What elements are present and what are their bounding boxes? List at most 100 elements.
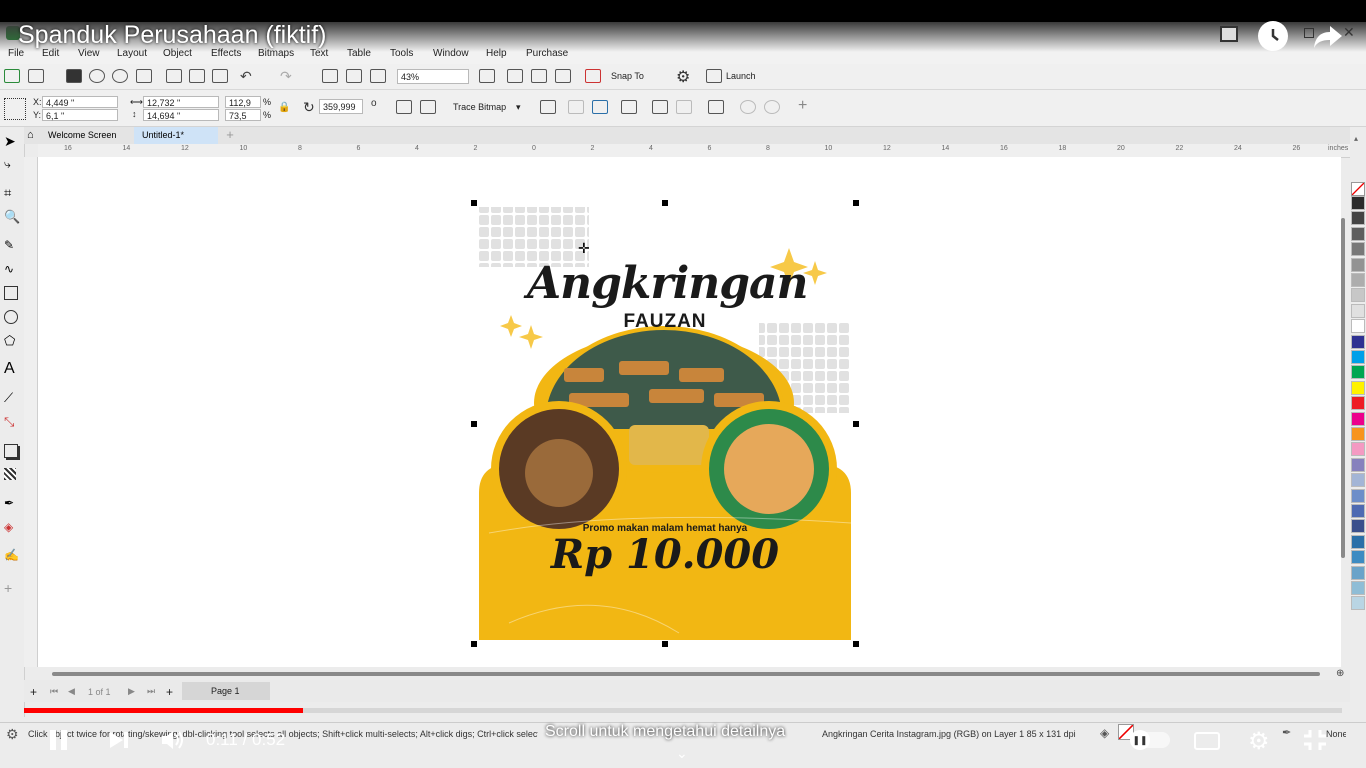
- horizontal-scrollbar[interactable]: [52, 672, 1320, 676]
- launch-dropdown[interactable]: Launch: [726, 71, 756, 81]
- trace-bitmap-dropdown[interactable]: Trace Bitmap: [453, 102, 506, 112]
- tab-untitled-1[interactable]: Untitled-1*: [134, 127, 218, 144]
- next-video-icon[interactable]: [108, 730, 130, 755]
- transparency-icon[interactable]: [4, 468, 16, 480]
- to-back-icon[interactable]: [764, 100, 780, 114]
- palette-swatch[interactable]: [1351, 273, 1365, 287]
- import-icon[interactable]: [322, 69, 338, 83]
- parallel-dimension-icon[interactable]: ⟋: [4, 390, 20, 405]
- palette-swatch[interactable]: [1351, 519, 1365, 534]
- palette-swatch[interactable]: [1351, 396, 1365, 411]
- palette-swatch[interactable]: [1351, 488, 1365, 503]
- palette-swatch[interactable]: [1351, 242, 1365, 257]
- rectangle-tool-icon[interactable]: [4, 286, 18, 300]
- scroll-chevron-icon[interactable]: ⌄: [676, 745, 688, 762]
- wrap-text-icon[interactable]: [708, 100, 724, 114]
- palette-swatch[interactable]: [1351, 288, 1365, 303]
- crop-tool-icon[interactable]: ⌗: [4, 185, 20, 200]
- vertical-scrollbar[interactable]: [1341, 218, 1345, 558]
- bitmap-mask-icon[interactable]: [652, 100, 668, 114]
- share-icon[interactable]: [1312, 22, 1344, 55]
- show-rulers-icon[interactable]: [507, 69, 523, 83]
- export-pdf-icon[interactable]: [370, 69, 386, 83]
- x-position-field[interactable]: 4,449 ": [42, 96, 118, 108]
- palette-swatch[interactable]: [1351, 319, 1365, 334]
- palette-scroll-up-icon[interactable]: ▴: [1354, 134, 1358, 143]
- import-cloud-icon[interactable]: [89, 69, 105, 83]
- volume-icon[interactable]: [160, 728, 186, 757]
- fill-indicator-icon[interactable]: ◈: [1100, 726, 1109, 740]
- prev-page-icon[interactable]: ◀: [68, 686, 75, 697]
- pause-icon[interactable]: [48, 728, 70, 757]
- palette-swatch[interactable]: [1351, 365, 1365, 380]
- undo-icon[interactable]: ↶: [240, 68, 252, 85]
- palette-swatch[interactable]: [1351, 457, 1365, 472]
- height-field[interactable]: 14,694 ": [143, 109, 219, 121]
- mirror-vertical-icon[interactable]: [420, 100, 436, 114]
- freehand-tool-icon[interactable]: ✎: [4, 238, 20, 252]
- drop-shadow-icon[interactable]: [4, 444, 18, 458]
- scroll-hint[interactable]: Scroll untuk mengetahui detailnya: [545, 723, 785, 741]
- snap-off-icon[interactable]: [585, 69, 601, 83]
- new-document-icon[interactable]: [4, 69, 20, 83]
- video-title[interactable]: Spanduk Perusahaan (fiktif): [18, 21, 327, 50]
- palette-swatch[interactable]: [1351, 596, 1365, 611]
- object-origin-icon[interactable]: [4, 98, 26, 120]
- palette-swatch[interactable]: [1351, 534, 1365, 549]
- cut-icon[interactable]: [166, 69, 182, 83]
- poster-image[interactable]: Angkringan FAUZAN Promo makan malam hema…: [479, 203, 851, 640]
- autoplay-toggle[interactable]: ❚❚: [1130, 730, 1170, 750]
- ellipse-tool-icon[interactable]: [4, 310, 18, 324]
- launch-icon[interactable]: [706, 69, 722, 83]
- next-page-icon[interactable]: ▶: [128, 686, 135, 697]
- selection-handle-ml[interactable]: [471, 421, 477, 427]
- palette-swatch[interactable]: [1351, 411, 1365, 426]
- palette-swatch[interactable]: [1351, 581, 1365, 595]
- snap-to-dropdown[interactable]: Snap To: [611, 71, 644, 81]
- pick-tool-icon[interactable]: ➤: [4, 133, 20, 149]
- polygon-tool-icon[interactable]: ⬠: [4, 333, 20, 348]
- palette-swatch[interactable]: [1351, 334, 1365, 349]
- chevron-down-icon[interactable]: ▾: [516, 102, 521, 113]
- close-icon[interactable]: ✕: [1343, 24, 1355, 41]
- show-guidelines-icon[interactable]: [555, 69, 571, 83]
- full-screen-icon[interactable]: [479, 69, 495, 83]
- palette-swatch[interactable]: [1351, 504, 1365, 518]
- width-field[interactable]: 12,732 ": [143, 96, 219, 108]
- add-tool-icon[interactable]: +: [4, 580, 20, 596]
- first-page-icon[interactable]: ⏮: [50, 686, 58, 697]
- palette-swatch[interactable]: [1351, 565, 1365, 580]
- palette-swatch[interactable]: [1351, 303, 1365, 318]
- exit-fullscreen-icon[interactable]: [1302, 728, 1328, 757]
- subtitles-icon[interactable]: [1194, 732, 1220, 750]
- copy-icon[interactable]: [189, 69, 205, 83]
- selection-handle-bl[interactable]: [471, 641, 477, 647]
- interactive-fill-icon[interactable]: ◈: [4, 520, 20, 534]
- palette-swatch[interactable]: [1351, 211, 1365, 226]
- selection-handle-br[interactable]: [853, 641, 859, 647]
- export-cloud-icon[interactable]: [112, 69, 128, 83]
- palette-swatch[interactable]: [1351, 427, 1365, 441]
- outline-pen-icon[interactable]: ✒: [1282, 726, 1291, 739]
- effects-icon[interactable]: [676, 100, 692, 114]
- palette-swatch[interactable]: [1351, 550, 1365, 565]
- palette-swatch[interactable]: [1351, 380, 1365, 395]
- open-icon[interactable]: [28, 69, 44, 83]
- selection-handle-tl[interactable]: [471, 200, 477, 206]
- last-page-icon[interactable]: ⏭: [147, 686, 155, 697]
- selection-handle-tr[interactable]: [853, 200, 859, 206]
- eyedropper-icon[interactable]: ✒: [4, 496, 20, 510]
- new-tab-icon[interactable]: +: [222, 127, 238, 144]
- bitmap-frame-icon[interactable]: [621, 100, 637, 114]
- palette-swatch[interactable]: [1351, 442, 1365, 457]
- settings-gear-icon[interactable]: ⚙: [676, 67, 690, 87]
- scale-height-field[interactable]: 73,5: [225, 109, 261, 121]
- export-icon[interactable]: [346, 69, 362, 83]
- channel-icon[interactable]: [1220, 26, 1238, 42]
- artistic-media-icon[interactable]: ∿: [4, 262, 20, 276]
- print-icon[interactable]: [136, 69, 152, 83]
- palette-swatch[interactable]: [1351, 350, 1365, 364]
- selection-handle-tc[interactable]: [662, 200, 668, 206]
- edit-bitmap-icon[interactable]: [568, 100, 584, 114]
- text-tool-icon[interactable]: A: [4, 360, 20, 377]
